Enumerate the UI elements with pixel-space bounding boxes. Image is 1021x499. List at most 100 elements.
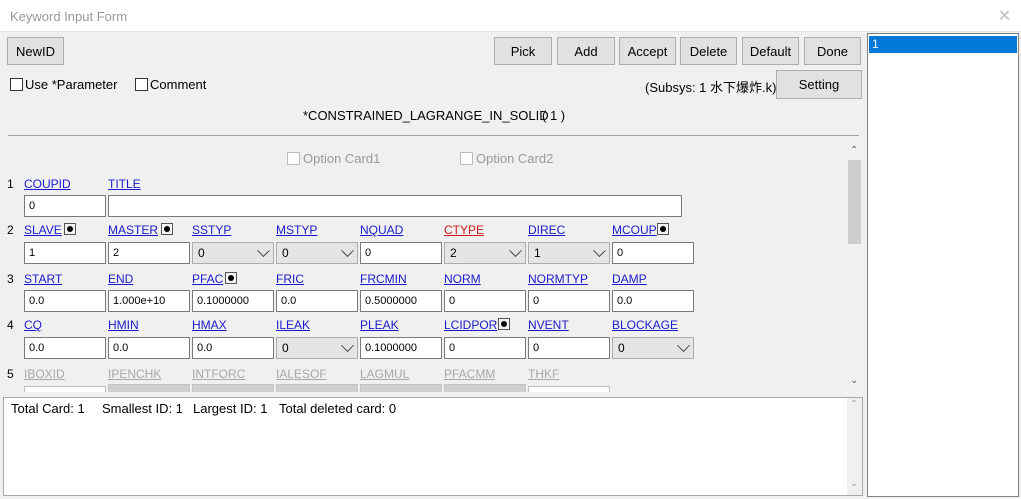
row-number: 2 [7, 223, 14, 237]
chevron-down-icon [509, 243, 522, 257]
field-label-intforc: INTFORC [192, 367, 246, 381]
master-pick-icon[interactable] [161, 223, 173, 235]
coupid-input[interactable]: 0 [24, 195, 106, 217]
close-icon[interactable]: ✕ [998, 6, 1011, 26]
field-label-cq[interactable]: CQ [24, 318, 42, 332]
pfacmm-select[interactable] [444, 384, 526, 392]
newid-button[interactable]: NewID [7, 37, 64, 65]
iboxid-input[interactable] [24, 386, 106, 392]
direc-value: 1 [534, 246, 541, 260]
lagmul-select[interactable] [360, 384, 442, 392]
field-label-blockage[interactable]: BLOCKAGE [612, 318, 678, 332]
mcoup-input[interactable]: 0 [612, 242, 694, 264]
setting-button[interactable]: Setting [776, 70, 862, 99]
total-deleted-text: Total deleted card: 0 [279, 401, 397, 416]
field-label-frcmin[interactable]: FRCMIN [360, 272, 407, 286]
field-label-pfac[interactable]: PFAC [192, 272, 223, 286]
master-input[interactable]: 2 [108, 242, 190, 264]
card-scrollbar[interactable]: ⌃ ⌄ [846, 143, 863, 393]
pick-button[interactable]: Pick [494, 37, 552, 65]
field-label-ialesof: IALESOF [276, 367, 327, 381]
slave-pick-icon[interactable] [64, 223, 76, 235]
chevron-down-icon [257, 243, 270, 257]
id-list[interactable]: 1 [867, 33, 1019, 497]
hmin-input[interactable]: 0.0 [108, 337, 190, 359]
blockage-select[interactable]: 0 [612, 337, 694, 359]
done-button[interactable]: Done [804, 37, 861, 65]
field-label-damp[interactable]: DAMP [612, 272, 647, 286]
hmax-input[interactable]: 0.0 [192, 337, 274, 359]
field-label-direc[interactable]: DIREC [528, 223, 565, 237]
largest-id-text: Largest ID: 1 [193, 401, 268, 416]
field-label-end[interactable]: END [108, 272, 133, 286]
delete-button[interactable]: Delete [680, 37, 737, 65]
add-button[interactable]: Add [557, 37, 615, 65]
damp-input[interactable]: 0.0 [612, 290, 694, 312]
ctype-select[interactable]: 2 [444, 242, 526, 264]
pleak-input[interactable]: 0.1000000 [360, 337, 442, 359]
thkf-input[interactable] [528, 386, 610, 392]
field-label-ipenchk: IPENCHK [108, 367, 162, 381]
fric-input[interactable]: 0.0 [276, 290, 358, 312]
end-input[interactable]: 1.000e+10 [108, 290, 190, 312]
scroll-down-icon[interactable]: ⌄ [850, 375, 858, 386]
field-label-title[interactable]: TITLE [108, 177, 141, 191]
window-title: Keyword Input Form [10, 9, 128, 24]
field-label-pleak[interactable]: PLEAK [360, 318, 399, 332]
field-label-slave[interactable]: SLAVE [24, 223, 62, 237]
ctype-value: 2 [450, 246, 457, 260]
accept-button[interactable]: Accept [619, 37, 676, 65]
start-input[interactable]: 0.0 [24, 290, 106, 312]
lcidpor-pick-icon[interactable] [498, 318, 510, 330]
field-label-norm[interactable]: NORM [444, 272, 481, 286]
field-label-hmin[interactable]: HMIN [108, 318, 139, 332]
field-label-lcidpor[interactable]: LCIDPOR [444, 318, 497, 332]
field-label-hmax[interactable]: HMAX [192, 318, 227, 332]
ileak-value: 0 [282, 341, 289, 355]
field-label-coupid[interactable]: COUPID [24, 177, 71, 191]
ipenchk-select[interactable] [108, 384, 190, 392]
normtyp-input[interactable]: 0 [528, 290, 610, 312]
field-label-nquad[interactable]: NQUAD [360, 223, 403, 237]
norm-input[interactable]: 0 [444, 290, 526, 312]
smallest-id-text: Smallest ID: 1 [102, 401, 183, 416]
pfac-pick-icon[interactable] [225, 272, 237, 284]
field-label-start[interactable]: START [24, 272, 62, 286]
scroll-thumb[interactable] [848, 160, 861, 244]
ileak-select[interactable]: 0 [276, 337, 358, 359]
direc-select[interactable]: 1 [528, 242, 610, 264]
nvent-input[interactable]: 0 [528, 337, 610, 359]
mcoup-pick-icon[interactable] [657, 223, 669, 235]
cq-input[interactable]: 0.0 [24, 337, 106, 359]
id-list-item[interactable]: 1 [869, 36, 1017, 53]
field-label-normtyp[interactable]: NORMTYP [528, 272, 588, 286]
status-scrollbar[interactable]: ⌃ ⌄ [847, 398, 862, 495]
field-label-mstyp[interactable]: MSTYP [276, 223, 317, 237]
blockage-value: 0 [618, 341, 625, 355]
field-label-fric[interactable]: FRIC [276, 272, 304, 286]
field-label-ileak[interactable]: ILEAK [276, 318, 310, 332]
slave-input[interactable]: 1 [24, 242, 106, 264]
use-parameter-checkbox[interactable] [10, 78, 23, 91]
comment-checkbox[interactable] [135, 78, 148, 91]
keyword-count: ( 1 ) [542, 108, 566, 123]
frcmin-input[interactable]: 0.5000000 [360, 290, 442, 312]
scroll-up-icon[interactable]: ⌃ [850, 399, 858, 410]
intforc-select[interactable] [192, 384, 274, 392]
title-input[interactable] [108, 195, 682, 217]
sstyp-select[interactable]: 0 [192, 242, 274, 264]
lcidpor-input[interactable]: 0 [444, 337, 526, 359]
default-button[interactable]: Default [742, 37, 799, 65]
title-bar: Keyword Input Form ✕ [0, 0, 1021, 32]
field-label-mcoup[interactable]: MCOUP [612, 223, 657, 237]
pfac-input[interactable]: 0.1000000 [192, 290, 274, 312]
mstyp-select[interactable]: 0 [276, 242, 358, 264]
field-label-sstyp[interactable]: SSTYP [192, 223, 231, 237]
field-label-master[interactable]: MASTER [108, 223, 158, 237]
field-label-nvent[interactable]: NVENT [528, 318, 569, 332]
nquad-input[interactable]: 0 [360, 242, 442, 264]
scroll-down-icon[interactable]: ⌄ [850, 478, 858, 489]
field-label-ctype[interactable]: CTYPE [444, 223, 484, 237]
ialesof-select[interactable] [276, 384, 358, 392]
scroll-up-icon[interactable]: ⌃ [850, 145, 858, 156]
